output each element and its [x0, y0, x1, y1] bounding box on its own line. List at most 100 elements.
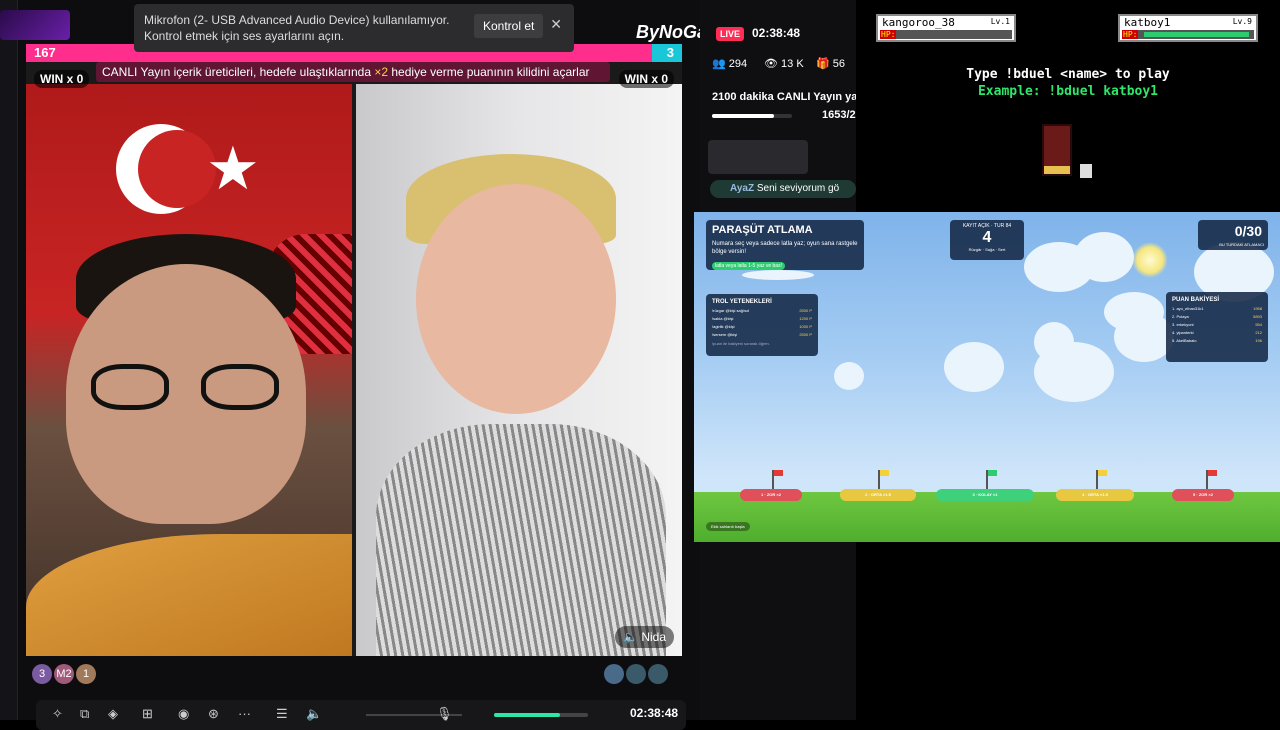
landing-zone-5: 5 · ZOR ×2 [1172, 489, 1234, 501]
game-footer-button[interactable]: Ekik sahlardı başla [706, 522, 750, 531]
goal-progress-bar [712, 114, 792, 118]
guest-face [416, 184, 616, 414]
guest-camera: 🔈 Nida [356, 84, 682, 656]
troll-command: !sakla @kişi [712, 316, 734, 321]
avatar[interactable] [626, 664, 646, 684]
speaker-icon: 🔈 [623, 630, 642, 644]
host-glasses [91, 364, 291, 410]
score-points: 1958 [1253, 306, 1262, 311]
gift-placeholder[interactable] [708, 140, 808, 174]
landing-zone-2: 2 · ORTA ×1.5 [840, 489, 916, 501]
score-right: 3 [666, 45, 674, 60]
troll-command: !sersem @kişi [712, 332, 738, 337]
player2-hp-card: katboy1 Lv.9 HP: [1118, 14, 1258, 42]
check-settings-button[interactable]: Kontrol et [474, 14, 544, 38]
score-row: 3. erkekyoni 554 [1172, 322, 1262, 327]
cloud [944, 342, 1004, 392]
users-icon: 👥 [712, 58, 729, 70]
troll-cost: 2500 P [799, 308, 812, 313]
cloud [1034, 342, 1114, 402]
score-row: 1. ayo_elhan31k1 1958 [1172, 306, 1262, 311]
score-left: 167 [34, 45, 56, 60]
eye-icon: 👁 [764, 58, 782, 70]
mic-level-slider[interactable] [494, 713, 588, 717]
troll-command: !agirlik @kişi [712, 324, 735, 329]
cloud [834, 362, 864, 390]
score-row: 5. AkelBabalo 196 [1172, 338, 1262, 343]
viewer-count: 👥 294 [712, 58, 748, 70]
zone-flag [1096, 470, 1107, 490]
score-points: 212 [1255, 330, 1262, 335]
live-badge: LIVE [716, 27, 745, 41]
landing-zone-3: 3 · KOLAY ×1 [936, 489, 1034, 501]
goal-count: 1653/2 [822, 109, 856, 121]
game-title-card: PARAŞÜT ATLAMA Numara seç veya sadece la… [706, 220, 864, 270]
round-card: KAYIT AÇIK · TUR 84 4 Rüzgâr · Sağa · Se… [950, 220, 1024, 260]
zone-flag [878, 470, 889, 490]
troll-row: !sakla @kişi 1200 P [712, 316, 812, 321]
app-logo [0, 10, 70, 40]
score-row: 2. Polaya 5893 [1172, 314, 1262, 319]
duel-game-panel: kangoroo_38 Lv.1 HP: katboy1 Lv.9 HP: Ty… [856, 0, 1280, 210]
sidebar-strip: ‹ [0, 0, 18, 720]
cloud [1074, 232, 1134, 282]
goal-title: 2100 dakika CANLI Yayın yap [712, 91, 856, 103]
troll-row: !sersem @kişi 2500 P [712, 332, 812, 337]
avatar[interactable]: M2 [54, 664, 74, 684]
duel-example: Example: !bduel katboy1 [977, 84, 1158, 99]
close-icon[interactable]: ✕ [550, 16, 562, 32]
cat-sprite [1080, 164, 1092, 178]
landing-zone-1: 1 · ZOR ×2 [740, 489, 802, 501]
more-icon[interactable]: ··· [238, 706, 251, 721]
score-rank: 3. erkekyoni [1172, 322, 1194, 327]
zone-flag [986, 470, 997, 490]
score-rank: 5. AkelBabalo [1172, 338, 1197, 343]
stream-timer: 02:38:48 [630, 706, 679, 720]
flag-crescent [116, 124, 216, 214]
host-camera: ★ [26, 84, 352, 656]
mic-level-fill [494, 713, 560, 717]
troll-cost: 1000 P [799, 324, 812, 329]
live-duration: 02:38:48 [752, 26, 801, 40]
score-points: 5893 [1253, 314, 1262, 319]
score-rank: 4. yipanterki [1172, 330, 1194, 335]
avatar[interactable] [648, 664, 668, 684]
chat-message: AyaZ Seni seviyorum gö [710, 180, 856, 198]
saz-instrument [26, 534, 352, 656]
avatar[interactable]: 3 [32, 664, 52, 684]
score-points: 554 [1255, 322, 1262, 327]
score-rank: 2. Polaya [1172, 314, 1189, 319]
bottom-toolbar: ✧ ⧉ ◈ ⊞ ◉ ⊛ ··· ☰ 🔈 🎙 02:38:48 [36, 700, 686, 730]
chat-text: Seni seviyorum gö [756, 183, 840, 194]
goal-progress-fill [712, 114, 775, 118]
fighter-sprite [1042, 124, 1072, 176]
guest-dress [376, 424, 666, 656]
avatar[interactable] [604, 664, 624, 684]
toast-message: Mikrofon (2- USB Advanced Audio Device) … [144, 13, 450, 43]
troll-cost: 2500 P [799, 332, 812, 337]
chat-user: AyaZ [730, 183, 755, 194]
avatar[interactable]: 1 [76, 664, 96, 684]
cloud [1114, 312, 1174, 362]
score-row: 4. yipanterki 212 [1172, 330, 1262, 335]
zone-flag [772, 470, 783, 490]
player2-hp-fill [1144, 32, 1249, 37]
battle-stream: ★ 🔈 Nida 167 3 WIN x 0 WIN x 0 CANLI Yay… [26, 44, 682, 656]
win-count-right: WIN x 0 [618, 70, 674, 88]
duel-instructions: Type !bduel <name> to play [966, 67, 1170, 82]
mic-warning-toast: Mikrofon (2- USB Advanced Audio Device) … [134, 4, 574, 52]
creator-banner: CANLI Yayın içerik üreticileri, hedefe u… [96, 62, 610, 82]
guest-gifters [604, 664, 670, 689]
top-gifters: 3 M2 1 [32, 664, 98, 686]
troll-abilities-card: TROL YETENEKLERİ !rüzgar @kişi sağ/sol 25… [706, 294, 818, 356]
score-points: 196 [1255, 338, 1262, 343]
troll-row: !rüzgar @kişi sağ/sol 2500 P [712, 308, 812, 313]
guest-name-tag[interactable]: 🔈 Nida [615, 626, 674, 648]
view-count: 👁 13 K [764, 58, 804, 70]
flag-star: ★ [206, 135, 260, 202]
troll-command: !rüzgar @kişi sağ/sol [712, 308, 750, 313]
score-rank: 1. ayo_elhan31k1 [1172, 306, 1204, 311]
hint-cloud [742, 270, 814, 280]
jumpers-card: 0/30 BU TURDAKİ ATLAMACI [1198, 220, 1268, 250]
troll-row: !agirlik @kişi 1000 P [712, 324, 812, 329]
